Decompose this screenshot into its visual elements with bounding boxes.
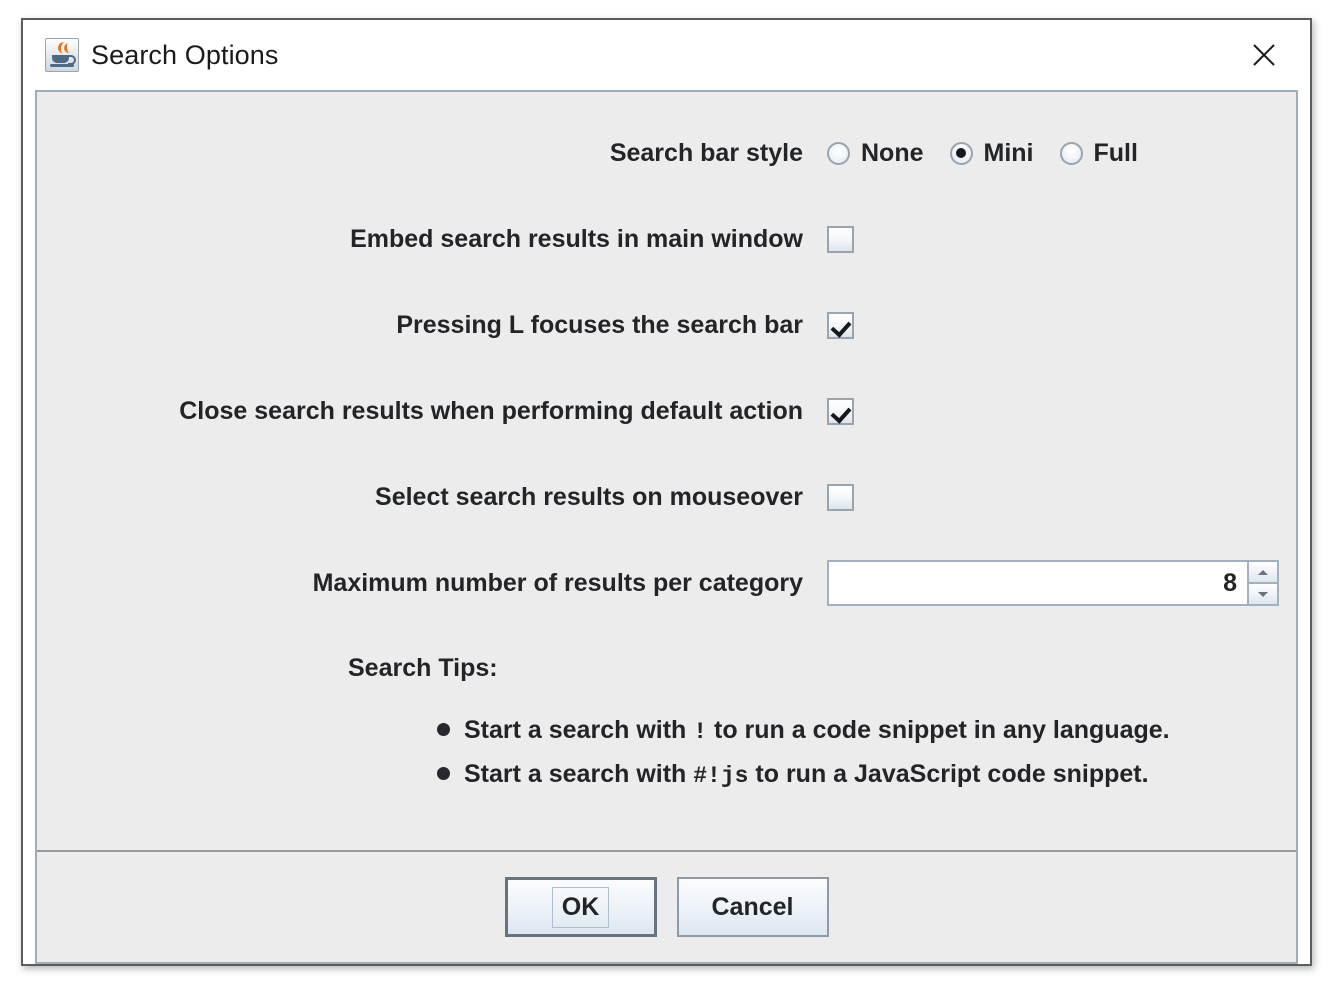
max-results-label: Maximum number of results per category	[37, 569, 827, 598]
tip-suffix: to run a JavaScript code snippet.	[748, 760, 1148, 788]
tip-code: !	[693, 719, 707, 745]
cancel-button-label: Cancel	[712, 893, 794, 922]
radio-label-mini: Mini	[984, 139, 1034, 168]
close-results-default-action-label: Close search results when performing def…	[37, 397, 827, 426]
pressing-l-focus-row: Pressing L focuses the search bar	[37, 282, 1296, 368]
close-results-default-action-row: Close search results when performing def…	[37, 368, 1296, 454]
chevron-up-icon	[1258, 570, 1268, 575]
spinner-increment-button[interactable]	[1247, 560, 1279, 583]
ok-button-label: OK	[552, 887, 610, 928]
radio-option-full[interactable]: Full	[1060, 139, 1138, 168]
tip-prefix: Start a search with	[464, 760, 693, 788]
cancel-button[interactable]: Cancel	[677, 877, 829, 937]
search-bar-style-row: Search bar style None Mini F	[37, 110, 1296, 196]
select-results-mouseover-row: Select search results on mouseover	[37, 454, 1296, 540]
title-bar: Search Options	[23, 20, 1310, 90]
dialog-button-bar: OK Cancel	[37, 852, 1296, 962]
pressing-l-focus-label: Pressing L focuses the search bar	[37, 311, 827, 340]
select-results-mouseover-label: Select search results on mouseover	[37, 483, 827, 512]
radio-option-mini[interactable]: Mini	[950, 139, 1034, 168]
search-tips-heading: Search Tips:	[37, 654, 1296, 683]
radio-icon-mini-selected	[950, 142, 973, 165]
select-results-mouseover-checkbox[interactable]	[827, 484, 854, 511]
java-coffee-cup-icon	[45, 38, 79, 72]
bullet-icon	[437, 767, 450, 780]
search-tip-item: Start a search with ! to run a code snip…	[37, 709, 1296, 753]
ok-button[interactable]: OK	[505, 877, 657, 937]
window-title: Search Options	[91, 40, 279, 71]
spinner-decrement-button[interactable]	[1247, 583, 1279, 606]
close-icon[interactable]	[1244, 35, 1284, 75]
tip-code: #!js	[693, 763, 748, 789]
tip-prefix: Start a search with	[464, 716, 693, 744]
options-panel: Search bar style None Mini F	[35, 90, 1298, 964]
embed-search-results-label: Embed search results in main window	[37, 225, 827, 254]
bullet-icon	[437, 723, 450, 736]
radio-label-full: Full	[1094, 139, 1138, 168]
radio-label-none: None	[861, 139, 924, 168]
tip-suffix: to run a code snippet in any language.	[707, 716, 1170, 744]
embed-search-results-checkbox[interactable]	[827, 226, 854, 253]
search-bar-style-label: Search bar style	[37, 139, 827, 168]
max-results-spinner: 8	[827, 560, 1279, 606]
search-tips-list: Start a search with ! to run a code snip…	[37, 709, 1296, 796]
options-form: Search bar style None Mini F	[37, 92, 1296, 850]
search-bar-style-radio-group: None Mini Full	[827, 139, 1164, 168]
max-results-row: Maximum number of results per category 8	[37, 540, 1296, 626]
search-options-dialog: Search Options Search bar style None	[21, 18, 1312, 966]
radio-option-none[interactable]: None	[827, 139, 924, 168]
close-results-default-action-checkbox[interactable]	[827, 398, 854, 425]
pressing-l-focus-checkbox[interactable]	[827, 312, 854, 339]
max-results-input[interactable]: 8	[827, 560, 1247, 606]
chevron-down-icon	[1258, 592, 1268, 597]
radio-icon-full	[1060, 142, 1083, 165]
radio-icon-none	[827, 142, 850, 165]
embed-search-results-row: Embed search results in main window	[37, 196, 1296, 282]
search-tip-item: Start a search with #!js to run a JavaSc…	[37, 753, 1296, 797]
